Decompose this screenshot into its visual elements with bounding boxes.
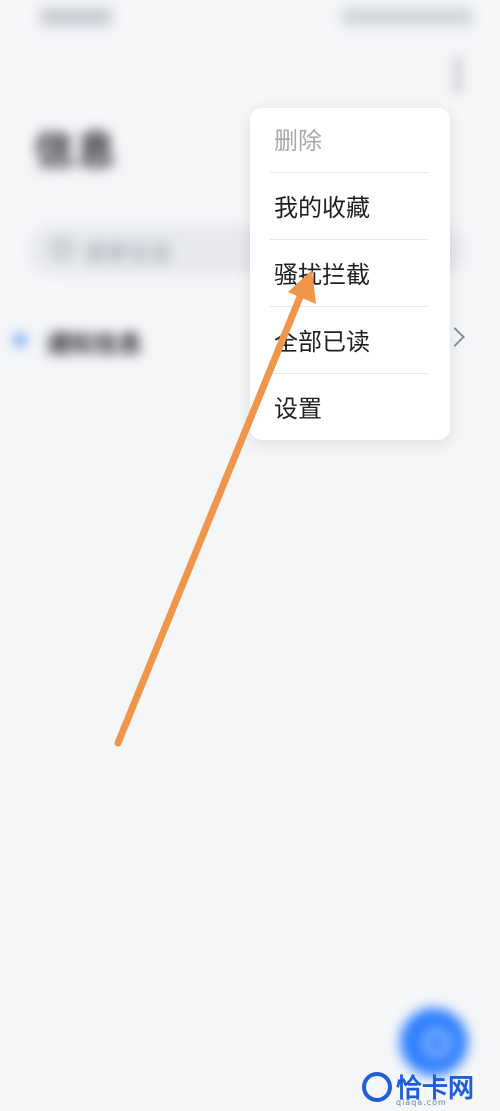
menu-divider: [270, 239, 428, 240]
watermark-logo-icon: [362, 1072, 392, 1102]
menu-item-label: 删除: [274, 127, 322, 155]
status-bar: [0, 0, 500, 40]
menu-item-label: 全部已读: [274, 328, 370, 356]
status-indicators: [342, 8, 472, 26]
menu-divider: [270, 306, 428, 307]
menu-item-favorites[interactable]: 我的收藏: [250, 175, 450, 241]
menu-item-delete[interactable]: 删除: [250, 108, 450, 174]
more-vertical-icon[interactable]: [450, 60, 464, 90]
menu-item-spam-block[interactable]: 骚扰拦截: [250, 242, 450, 308]
menu-item-mark-all-read[interactable]: 全部已读: [250, 309, 450, 375]
menu-item-label: 设置: [274, 395, 322, 423]
search-icon: [52, 239, 72, 259]
page-title: 信息: [34, 128, 118, 174]
menu-item-label: 骚扰拦截: [274, 261, 370, 289]
watermark-domain: qiaqa.com: [396, 1098, 447, 1107]
menu-item-label: 我的收藏: [274, 194, 370, 222]
status-carrier: [40, 8, 112, 26]
menu-divider: [270, 172, 428, 173]
search-placeholder: 搜索信息: [84, 242, 173, 267]
compose-button[interactable]: [400, 1008, 468, 1076]
menu-divider: [270, 373, 428, 374]
watermark: 恰卡网 qiaqa.com: [362, 1070, 492, 1107]
compose-icon: [424, 1030, 450, 1056]
overflow-menu: 删除 我的收藏 骚扰拦截 全部已读 设置: [250, 108, 450, 440]
menu-item-settings[interactable]: 设置: [250, 376, 450, 442]
